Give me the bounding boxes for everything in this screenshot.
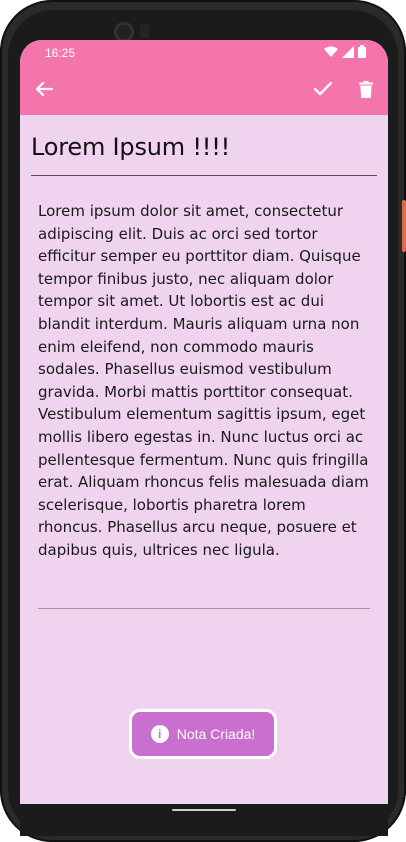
status-time: 16:25	[45, 46, 76, 60]
arrow-back-icon	[35, 81, 53, 97]
app-bar	[20, 64, 388, 115]
sensor-icon	[140, 24, 150, 38]
trash-icon	[359, 80, 373, 98]
toast-label: Nota Criada!	[176, 726, 256, 742]
status-bar: 16:25	[20, 40, 388, 64]
note-title[interactable]: Lorem Ipsum !!!!	[31, 133, 371, 161]
back-button[interactable]	[26, 71, 62, 107]
save-button[interactable]	[305, 71, 341, 107]
camera-icon	[114, 22, 134, 42]
home-indicator[interactable]	[172, 809, 236, 811]
check-icon	[314, 82, 332, 96]
power-button	[402, 200, 406, 252]
battery-icon	[358, 45, 366, 58]
note-body[interactable]: Lorem ipsum dolor sit amet, consectetur …	[38, 200, 374, 562]
screen: 16:25 Lorem Ipsum !!!! Lorem ipsum dolor…	[20, 40, 388, 804]
cellular-signal-icon	[342, 45, 354, 58]
title-divider	[31, 175, 377, 176]
status-icons	[324, 45, 366, 58]
wifi-icon	[324, 46, 338, 57]
delete-button[interactable]	[348, 71, 384, 107]
info-icon: i	[150, 725, 169, 743]
body-divider	[38, 608, 370, 609]
toast-notification: i Nota Criada!	[132, 712, 274, 756]
